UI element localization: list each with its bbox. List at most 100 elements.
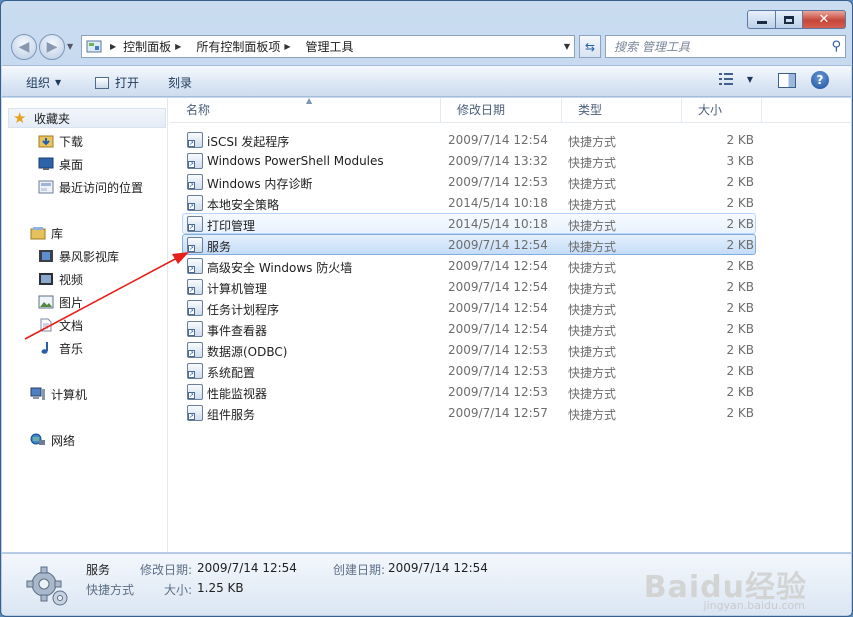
nav-item-baofeng-video[interactable]: 暴风影视库 [34,246,119,266]
nav-item-downloads[interactable]: 下载 [34,131,83,151]
search-icon[interactable]: ⚲ [831,39,841,54]
music-note-icon [41,342,48,354]
nav-favorites[interactable]: ★ 收藏夹 [8,108,166,128]
file-date-modified: 2009/7/14 12:57 [448,406,548,420]
file-row[interactable]: ↗ 高级安全 Windows 防火墙 2009/7/14 12:54 快捷方式 2 KB [182,255,756,276]
shortcut-arrow-icon: ↗ [188,203,195,210]
shortcut-icon: ↗ [187,174,203,190]
open-icon [95,76,109,89]
shortcut-icon: ↗ [187,321,203,337]
address-dropdown-icon[interactable]: ▼ [564,42,570,51]
breadcrumb-admin-tools[interactable]: 管理工具 [306,38,354,55]
column-name[interactable]: 名称 [170,98,441,123]
details-modified-value: 2009/7/14 12:54 [197,561,297,575]
file-row[interactable]: ↗ 计算机管理 2009/7/14 12:54 快捷方式 2 KB [182,276,756,297]
file-row[interactable]: ↗ 服务 2009/7/14 12:54 快捷方式 2 KB [182,234,756,255]
search-input[interactable]: 搜索 管理工具 ⚲ [605,35,846,58]
file-size: 2 KB [726,175,754,189]
file-size: 2 KB [726,196,754,210]
file-size: 2 KB [726,322,754,336]
file-name: Windows 内存诊断 [207,177,313,191]
breadcrumb-separator-icon[interactable]: ▶ [175,42,181,51]
breadcrumb-all-control-panel-items[interactable]: 所有控制面板项 ▶ [196,38,297,55]
column-size[interactable]: 大小 [682,98,762,123]
shortcut-arrow-icon: ↗ [188,371,195,378]
caption-buttons: ✕ [747,10,846,29]
file-name: 事件查看器 [207,324,268,338]
file-row[interactable]: ↗ Windows 内存诊断 2009/7/14 12:53 快捷方式 2 KB [182,171,756,192]
breadcrumb-separator-icon[interactable]: ▶ [284,42,290,51]
view-dropdown-icon[interactable]: ▼ [747,75,753,84]
file-name: 高级安全 Windows 防火墙 [207,261,353,275]
file-row[interactable]: ↗ 数据源(ODBC) 2009/7/14 12:53 快捷方式 2 KB [182,339,756,360]
breadcrumb-control-panel[interactable]: 控制面板 ▶ [123,38,188,55]
help-icon: ? [816,73,824,87]
burn-button[interactable]: 刻录 [168,74,192,91]
nav-item-music[interactable]: 音乐 [34,338,83,358]
open-button[interactable]: 打开 [95,74,139,91]
file-type: 快捷方式 [568,240,617,254]
file-date-modified: 2009/7/14 12:53 [448,364,548,378]
back-arrow-icon: ◀ [18,39,30,55]
nav-item-desktop[interactable]: 桌面 [34,154,83,174]
file-row[interactable]: ↗ 本地安全策略 2014/5/14 10:18 快捷方式 2 KB [182,192,756,213]
file-row[interactable]: ↗ 打印管理 2014/5/14 10:18 快捷方式 2 KB [182,213,756,234]
shortcut-arrow-icon: ↗ [188,245,195,252]
preview-pane-button[interactable] [778,73,796,88]
file-name: 任务计划程序 [207,303,280,317]
file-size: 2 KB [726,280,754,294]
file-type: 快捷方式 [568,345,617,359]
file-row[interactable]: ↗ 事件查看器 2009/7/14 12:54 快捷方式 2 KB [182,318,756,339]
maximize-button[interactable] [776,10,803,29]
file-name: 性能监视器 [207,387,268,401]
shortcut-arrow-icon: ↗ [188,182,195,189]
shortcut-icon: ↗ [187,384,203,400]
back-button[interactable]: ◀ [11,34,37,60]
forward-button[interactable]: ▶ [39,34,65,60]
file-date-modified: 2009/7/14 12:53 [448,175,548,189]
services-gear-icon [26,566,68,606]
file-row[interactable]: ↗ iSCSI 发起程序 2009/7/14 12:54 快捷方式 2 KB [182,129,756,150]
help-button[interactable]: ? [811,71,829,89]
nav-item-pictures[interactable]: 图片 [34,292,83,312]
close-button[interactable]: ✕ [803,10,846,29]
breadcrumb-separator-icon[interactable]: ▶ [110,42,116,51]
nav-item-videos[interactable]: 视频 [34,269,83,289]
file-type: 快捷方式 [568,387,617,401]
refresh-button[interactable]: ⇆ [579,35,601,58]
column-date-modified[interactable]: 修改日期 [441,98,562,123]
nav-computer[interactable]: 计算机 [26,384,87,404]
nav-item-documents[interactable]: 文档 [34,315,83,335]
baidu-watermark-url: jingyan.baidu.com [703,599,805,612]
maximize-icon [784,15,794,24]
search-placeholder: 搜索 管理工具 [614,40,690,54]
change-view-button[interactable]: ▼ [718,73,753,85]
shortcut-arrow-icon: ↗ [188,308,195,315]
details-size-value: 1.25 KB [197,581,244,595]
file-row[interactable]: ↗ 任务计划程序 2009/7/14 12:54 快捷方式 2 KB [182,297,756,318]
file-size: 2 KB [726,217,754,231]
file-row[interactable]: ↗ Windows PowerShell Modules 2009/7/14 13:… [182,150,756,171]
minimize-icon [756,21,767,24]
nav-network[interactable]: 网络 [26,430,75,450]
nav-libraries[interactable]: 库 [26,223,63,243]
details-size-label: 大小: [164,583,193,597]
file-name: iSCSI 发起程序 [207,135,290,149]
file-date-modified: 2009/7/14 12:54 [448,133,548,147]
address-bar[interactable]: ▶ 控制面板 ▶ 所有控制面板项 ▶ 管理工具 ▼ [81,35,575,58]
column-type[interactable]: 类型 [562,98,682,123]
file-date-modified: 2009/7/14 13:32 [448,154,548,168]
file-row[interactable]: ↗ 组件服务 2009/7/14 12:57 快捷方式 2 KB [182,402,756,423]
file-type: 快捷方式 [568,198,617,212]
file-type: 快捷方式 [568,177,617,191]
nav-item-recent-places[interactable]: 最近访问的位置 [34,177,143,197]
details-modified-label: 修改日期: [140,563,193,577]
downloads-folder-icon [38,135,54,148]
file-row[interactable]: ↗ 性能监视器 2009/7/14 12:53 快捷方式 2 KB [182,381,756,402]
organize-button[interactable]: 组织 ▼ [26,74,61,91]
shortcut-arrow-icon: ↗ [188,266,195,273]
file-row[interactable]: ↗ 系统配置 2009/7/14 12:53 快捷方式 2 KB [182,360,756,381]
file-name: 本地安全策略 [207,198,280,212]
recent-pages-dropdown[interactable]: ▼ [67,42,73,51]
minimize-button[interactable] [747,10,776,29]
